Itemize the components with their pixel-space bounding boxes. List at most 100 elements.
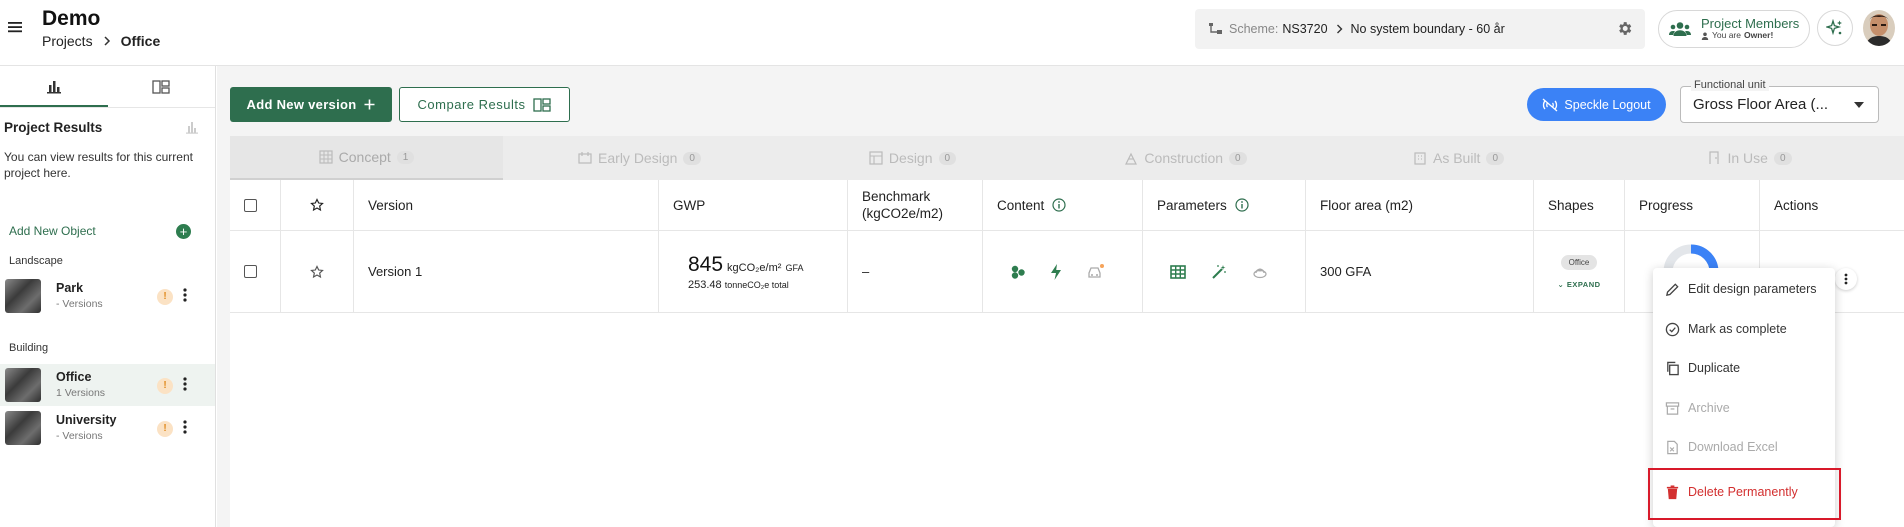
menu-item-download-excel[interactable]: Download Excel	[1653, 431, 1835, 463]
scheme-selector[interactable]: Scheme: NS3720 No system boundary - 60 å…	[1195, 9, 1645, 49]
menu-item-label: Edit design parameters	[1688, 282, 1817, 296]
actions-header: Actions	[1774, 197, 1819, 213]
content-header-label: Content	[997, 197, 1045, 213]
gwp-unit-suffix: GFA	[785, 262, 804, 273]
tab-concept[interactable]: Concept 1	[230, 136, 503, 180]
tab-early-design[interactable]: Early Design 0	[503, 136, 776, 180]
transport-car-icon[interactable]	[1086, 263, 1104, 280]
content-cell	[983, 231, 1143, 312]
magic-wand-icon[interactable]	[1211, 264, 1227, 280]
tab-in-use[interactable]: In Use 0	[1595, 136, 1904, 180]
parameters-cell	[1143, 231, 1306, 312]
project-members-button[interactable]: Project Members You are Owner!	[1658, 10, 1810, 48]
layout-icon	[869, 151, 883, 165]
bar-chart-icon	[185, 120, 199, 134]
hamburger-menu-icon[interactable]	[7, 19, 23, 35]
sidebar-tabs	[0, 66, 215, 108]
caret-down-icon	[1854, 102, 1864, 108]
tab-count: 0	[1773, 151, 1792, 165]
menu-item-label: Duplicate	[1688, 361, 1741, 375]
menu-item-mark-as-complete[interactable]: Mark as complete	[1653, 313, 1835, 345]
tab-label: In Use	[1727, 150, 1768, 166]
tab-results[interactable]	[0, 66, 108, 107]
group-label-building: Building	[9, 342, 49, 354]
functional-unit-select[interactable]: Functional unit Gross Floor Area (...	[1680, 79, 1879, 123]
gwp-total: 253.48	[688, 278, 722, 291]
functional-unit-label: Functional unit	[1691, 79, 1769, 91]
gear-icon[interactable]	[1616, 20, 1633, 37]
more-vertical-icon[interactable]	[183, 377, 187, 391]
layers-icon[interactable]	[1252, 264, 1268, 280]
signal-off-icon	[1542, 98, 1558, 112]
group-label-landscape: Landscape	[9, 255, 63, 267]
object-versions: - Versions	[56, 430, 103, 442]
menu-item-edit-design-parameters[interactable]: Edit design parameters	[1653, 273, 1835, 305]
tab-count: 0	[1486, 151, 1505, 165]
ai-assistant-button[interactable]	[1817, 10, 1853, 46]
gwp-value: 845	[688, 252, 724, 276]
star-icon[interactable]	[310, 198, 324, 212]
plus-icon	[364, 99, 375, 110]
tab-count: 0	[1229, 151, 1247, 165]
phase-tabs: Concept 1 Early Design 0 Design 0 Constr…	[230, 136, 1904, 180]
object-item-park[interactable]: Park - Versions !	[0, 275, 215, 317]
row-actions-more-icon[interactable]	[1835, 268, 1857, 290]
top-header: Demo Projects Office Scheme: NS3720 No s…	[0, 0, 1904, 66]
tab-label: Construction	[1144, 150, 1224, 166]
breadcrumb-current: Office	[120, 33, 161, 49]
gwp-cell: 845 kgCO₂e/m² GFA 253.48 tonneCO₂e total	[659, 231, 848, 312]
menu-item-archive[interactable]: Archive	[1653, 392, 1835, 424]
object-versions: - Versions	[56, 298, 103, 310]
chevron-right-icon	[103, 36, 111, 46]
star-outline-icon[interactable]	[310, 264, 324, 279]
main-content: Add New version Compare Results Speckle …	[217, 66, 1904, 527]
tab-label: Design	[888, 150, 933, 166]
sidebar-description: You can view results for this current pr…	[4, 150, 193, 180]
object-name: University	[56, 413, 117, 427]
row-select-cell	[230, 231, 281, 312]
tab-label: Early Design	[598, 150, 678, 166]
energy-bolt-icon[interactable]	[1049, 263, 1063, 280]
version-name: Version 1	[354, 231, 659, 312]
select-all-checkbox[interactable]	[244, 198, 257, 212]
menu-item-duplicate[interactable]: Duplicate	[1653, 352, 1835, 384]
members-role: Owner!	[1744, 30, 1774, 41]
add-new-object-link[interactable]: Add New Object	[9, 224, 96, 238]
floor-area-value: 300 GFA	[1306, 231, 1534, 312]
info-icon[interactable]	[1235, 198, 1249, 212]
tab-count: 0	[683, 151, 701, 165]
object-item-office[interactable]: Office 1 Versions !	[0, 364, 215, 406]
speckle-logout-button[interactable]: Speckle Logout	[1527, 88, 1666, 121]
sparkle-icon	[1826, 19, 1844, 37]
info-icon[interactable]	[1052, 198, 1066, 212]
shapes-cell: Office ⌄ EXPAND	[1534, 231, 1625, 312]
copy-icon	[1665, 361, 1680, 376]
tab-design[interactable]: Design 0	[776, 136, 1049, 180]
add-new-version-button[interactable]: Add New version	[230, 87, 392, 122]
tab-compare[interactable]	[108, 66, 216, 107]
tab-as-built[interactable]: As Built 0	[1322, 136, 1595, 180]
add-object-plus-icon[interactable]: +	[176, 224, 191, 239]
progress-header: Progress	[1625, 180, 1760, 230]
parameters-header: Parameters	[1143, 180, 1306, 230]
more-vertical-icon[interactable]	[183, 288, 187, 302]
compare-results-button[interactable]: Compare Results	[399, 87, 570, 122]
breadcrumb-projects[interactable]: Projects	[42, 33, 93, 49]
object-item-university[interactable]: University - Versions !	[0, 407, 215, 449]
materials-icon[interactable]	[1010, 264, 1026, 280]
row-checkbox[interactable]	[244, 265, 257, 278]
menu-item-label: Download Excel	[1688, 440, 1778, 454]
user-avatar[interactable]	[1863, 10, 1895, 46]
check-circle-icon	[1665, 322, 1680, 337]
object-thumbnail	[5, 368, 41, 402]
object-thumbnail	[5, 279, 41, 313]
crane-icon	[1124, 151, 1138, 165]
tab-count: 0	[938, 151, 957, 165]
speckle-label: Speckle Logout	[1564, 97, 1651, 112]
tab-construction[interactable]: Construction 0	[1049, 136, 1322, 180]
expand-shapes-button[interactable]: ⌄ EXPAND	[1557, 280, 1600, 289]
more-vertical-icon[interactable]	[183, 420, 187, 434]
table-grid-icon[interactable]	[1170, 264, 1186, 280]
floor-area-header: Floor area (m2)	[1306, 180, 1534, 230]
pencil-ruler-icon	[578, 151, 592, 165]
